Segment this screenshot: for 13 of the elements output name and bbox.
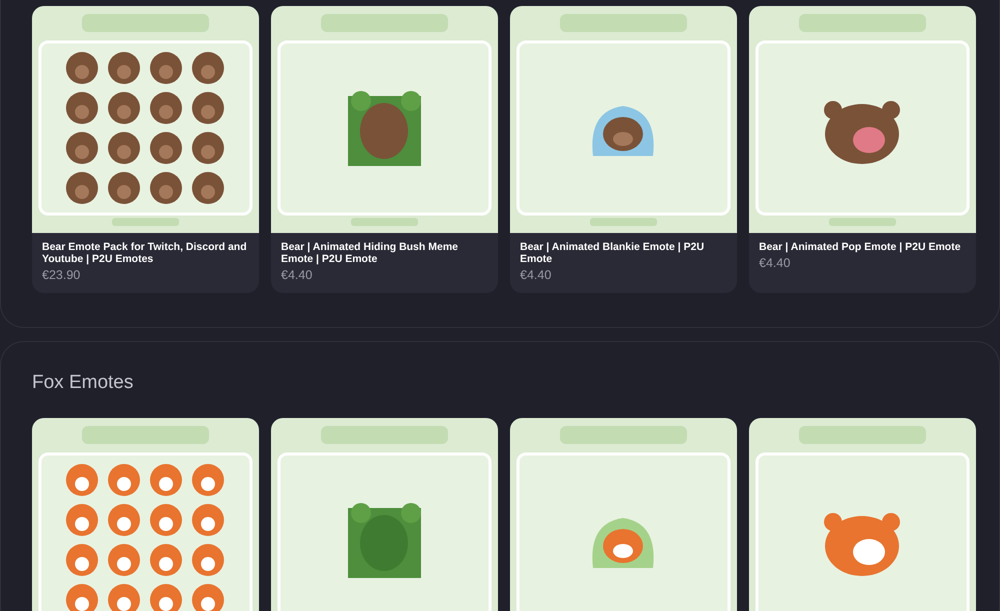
product-card[interactable]: Bear | Animated Blankie Emote | P2U Emote €4.40 bbox=[510, 6, 737, 293]
product-title[interactable]: Bear | Animated Pop Emote | P2U Emote bbox=[759, 241, 966, 253]
product-card[interactable]: Bear Emote Pack for Twitch, Discord and Youtube | P2U Emotes €23.90 bbox=[32, 6, 259, 293]
product-card[interactable]: Bear | Animated Hiding Bush Meme Emote | P2U Emote €4.40 bbox=[271, 6, 498, 293]
product-title[interactable]: Bear | Animated Blankie Emote | P2U Emote bbox=[520, 241, 727, 265]
product-price: €4.40 bbox=[759, 256, 792, 270]
product-price: €4.40 bbox=[520, 268, 552, 282]
product-title[interactable]: Bear Emote Pack for Twitch, Discord and Youtube | P2U Emotes bbox=[42, 241, 249, 265]
product-price: €23.90 bbox=[42, 268, 82, 282]
product-card[interactable]: Bear | Animated Pop Emote | P2U Emote €4.40 bbox=[749, 6, 976, 293]
product-title[interactable]: Bear | Animated Hiding Bush Meme Emote | P2U Emote bbox=[281, 241, 488, 265]
product-price: €4.40 bbox=[281, 268, 314, 282]
section-title: Fox Emotes bbox=[32, 371, 134, 395]
